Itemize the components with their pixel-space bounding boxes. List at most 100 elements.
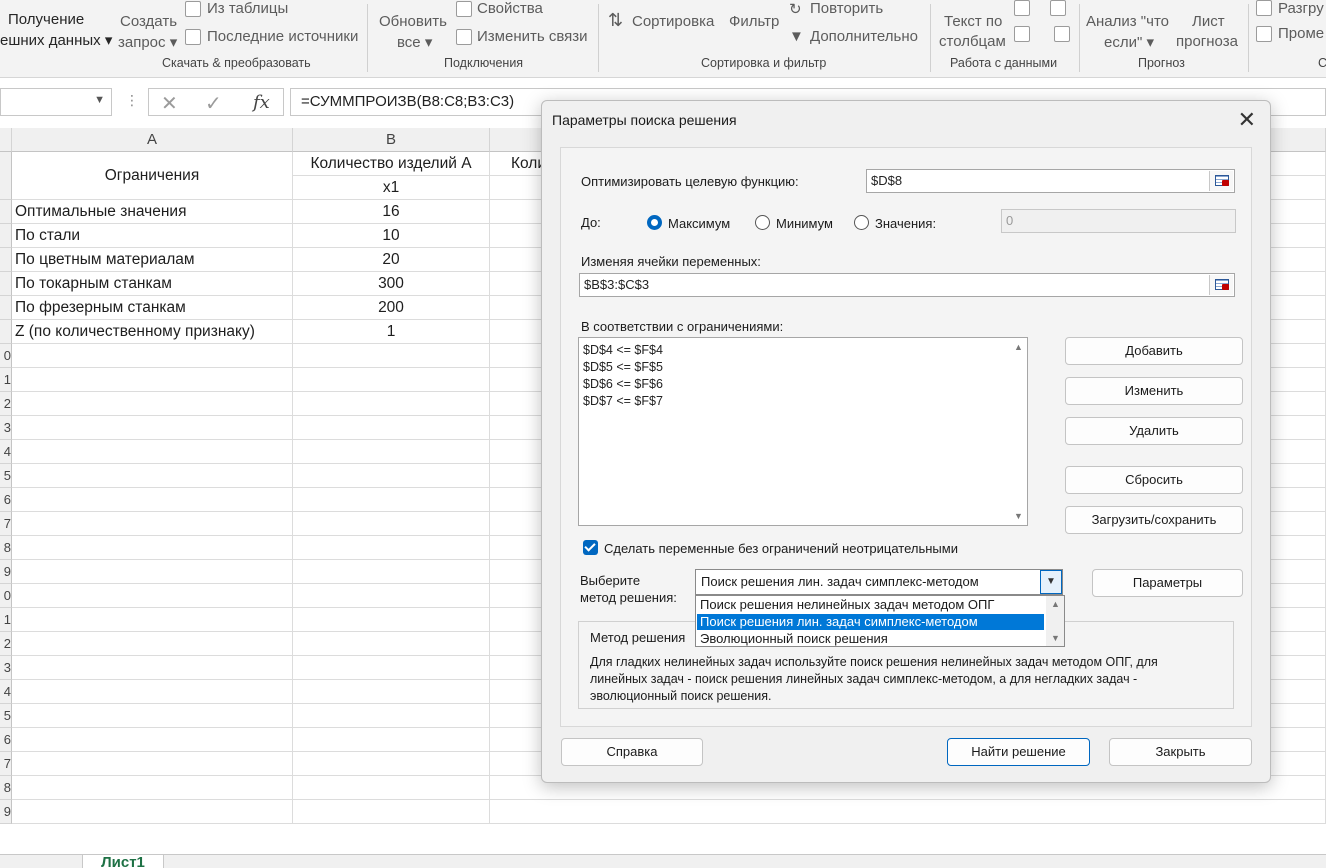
change-button[interactable]: Изменить (1065, 377, 1243, 405)
cell[interactable] (12, 392, 293, 416)
row-header[interactable]: 3 (0, 416, 12, 440)
relationships-icon[interactable] (1054, 26, 1070, 42)
sort-az-icon[interactable]: ⇅ (608, 10, 623, 31)
method-dropdown-list[interactable]: Поиск решения нелинейных задач методом О… (695, 595, 1065, 647)
get-data-button-line2[interactable]: ешних данных ▾ (0, 31, 112, 49)
select-all-corner[interactable] (0, 128, 12, 152)
sort-button[interactable]: Сортировка (632, 13, 714, 30)
scroll-up-icon[interactable]: ▲ (1051, 599, 1060, 609)
row-header[interactable] (0, 248, 12, 272)
range-select-icon[interactable] (1209, 171, 1233, 191)
cell[interactable] (293, 584, 490, 608)
radio-max-label[interactable]: Максимум (668, 216, 730, 231)
close-button[interactable]: Закрыть (1109, 738, 1252, 766)
cell[interactable] (293, 560, 490, 584)
cell[interactable] (12, 512, 293, 536)
properties-button[interactable]: Свойства (477, 0, 543, 17)
cell[interactable] (12, 560, 293, 584)
row-header[interactable]: 5 (0, 464, 12, 488)
row-header[interactable]: 0 (0, 584, 12, 608)
text-to-columns-button-line2[interactable]: столбцам (939, 33, 1006, 50)
refresh-all-button-line2[interactable]: все ▾ (397, 33, 432, 51)
edit-links-button[interactable]: Изменить связи (477, 28, 588, 45)
row-header[interactable]: 2 (0, 392, 12, 416)
create-query-button[interactable]: Создать (120, 13, 177, 30)
cell[interactable] (293, 680, 490, 704)
reset-button[interactable]: Сбросить (1065, 466, 1243, 494)
cell[interactable] (293, 488, 490, 512)
constraints-scrollbar[interactable]: ▲ ▼ (1010, 338, 1027, 525)
add-button[interactable]: Добавить (1065, 337, 1243, 365)
radio-min-label[interactable]: Минимум (776, 216, 833, 231)
method-option-selected[interactable]: Поиск решения лин. задач симплекс-методо… (697, 614, 1044, 630)
row-header[interactable]: 4 (0, 440, 12, 464)
row-header[interactable] (0, 272, 12, 296)
recent-sources-button[interactable]: Последние источники (207, 28, 358, 45)
row-header[interactable]: 1 (0, 608, 12, 632)
cell[interactable] (12, 536, 293, 560)
cell[interactable] (12, 440, 293, 464)
cell-header-a[interactable]: Ограничения (12, 152, 293, 200)
radio-value-label[interactable]: Значения: (875, 216, 936, 231)
nonnegative-checkbox[interactable] (583, 540, 598, 555)
cell[interactable] (293, 416, 490, 440)
cell[interactable] (12, 704, 293, 728)
constraint-item[interactable]: $D$5 <= $F$5 (583, 360, 663, 374)
enter-icon[interactable]: ✓ (205, 91, 222, 116)
get-data-button[interactable]: Получение (8, 11, 84, 28)
range-select-icon[interactable] (1209, 275, 1233, 295)
row-header[interactable]: 7 (0, 752, 12, 776)
cell[interactable] (12, 752, 293, 776)
forecast-sheet-button[interactable]: Лист (1192, 13, 1225, 30)
scroll-up-icon[interactable]: ▲ (1014, 342, 1023, 352)
cell[interactable] (12, 464, 293, 488)
cancel-icon[interactable]: ✕ (161, 91, 178, 116)
cell[interactable] (293, 368, 490, 392)
chevron-down-icon[interactable]: ▼ (94, 94, 105, 106)
row-header[interactable]: 6 (0, 488, 12, 512)
radio-value[interactable] (854, 215, 869, 230)
cell[interactable] (12, 656, 293, 680)
drag-handle-icon[interactable]: ⋮ (125, 92, 139, 109)
sheet-tab-list1[interactable]: Лист1 (82, 855, 164, 868)
what-if-button-line2[interactable]: если" ▾ (1104, 33, 1154, 51)
cell[interactable] (293, 800, 490, 824)
cell-row-label[interactable]: По стали (12, 224, 293, 248)
cell[interactable] (293, 704, 490, 728)
row-header[interactable] (0, 152, 12, 200)
cell-row-value[interactable]: 20 (293, 248, 490, 272)
radio-min[interactable] (755, 215, 770, 230)
dropdown-scrollbar[interactable]: ▲ ▼ (1046, 596, 1064, 646)
scroll-down-icon[interactable]: ▼ (1051, 633, 1060, 643)
help-button[interactable]: Справка (561, 738, 703, 766)
text-to-columns-button[interactable]: Текст по (944, 13, 1002, 30)
column-header-b[interactable]: B (293, 128, 490, 152)
forecast-sheet-button-line2[interactable]: прогноза (1176, 33, 1238, 50)
cell-row-label[interactable]: По токарным станкам (12, 272, 293, 296)
filter-button[interactable]: Фильтр (729, 13, 779, 30)
constraint-item[interactable]: $D$7 <= $F$7 (583, 394, 663, 408)
delete-button[interactable]: Удалить (1065, 417, 1243, 445)
cell[interactable] (12, 488, 293, 512)
radio-max[interactable] (647, 215, 662, 230)
cell[interactable] (293, 728, 490, 752)
cell[interactable] (293, 776, 490, 800)
cell[interactable] (12, 344, 293, 368)
cell-row-value[interactable]: 10 (293, 224, 490, 248)
column-header-a[interactable]: A (12, 128, 293, 152)
value-input[interactable]: 0 (1001, 209, 1236, 233)
cell-header-b[interactable]: Количество изделий А (293, 152, 490, 176)
data-validation-icon[interactable] (1014, 26, 1030, 42)
reapply-button[interactable]: Повторить (810, 0, 883, 17)
cell[interactable] (12, 368, 293, 392)
cell[interactable] (293, 392, 490, 416)
row-header[interactable]: 9 (0, 800, 12, 824)
objective-input[interactable]: $D$8 (866, 169, 1235, 193)
row-header[interactable]: 7 (0, 512, 12, 536)
cell[interactable] (293, 632, 490, 656)
consolidate-icon[interactable] (1050, 0, 1066, 16)
cell[interactable] (293, 536, 490, 560)
cell[interactable] (293, 512, 490, 536)
cell[interactable] (293, 608, 490, 632)
changing-cells-input[interactable]: $B$3:$C$3 (579, 273, 1235, 297)
